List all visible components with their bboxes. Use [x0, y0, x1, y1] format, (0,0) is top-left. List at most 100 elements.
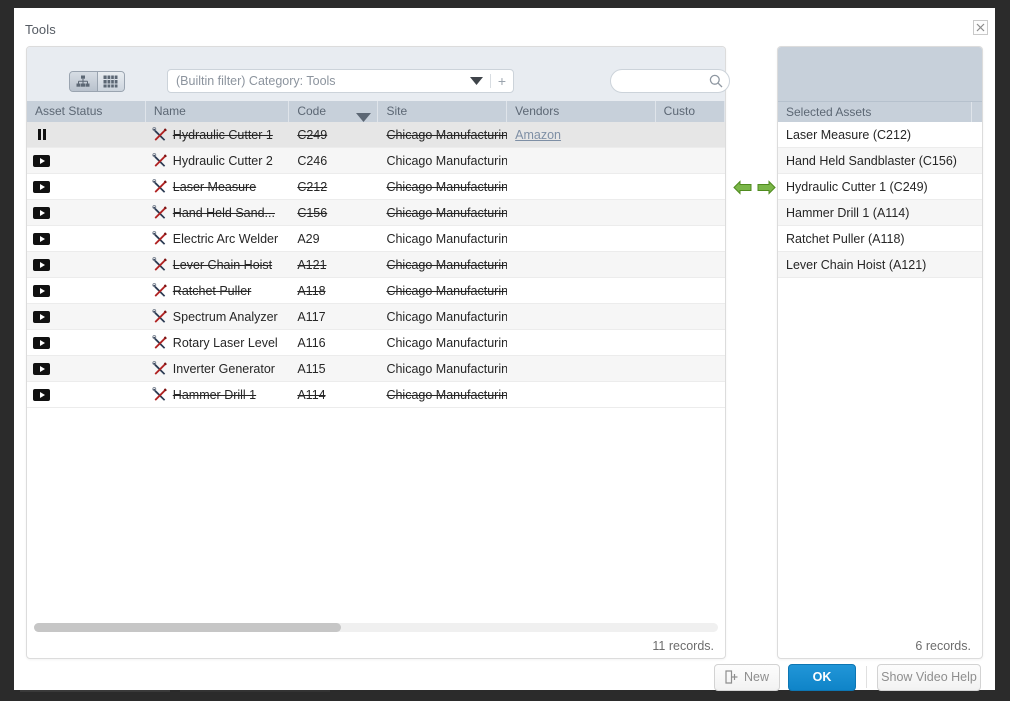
table-row[interactable]: Rotary Laser Level A116 Chicago Manufactur…: [27, 330, 725, 356]
dialog-title: Tools: [25, 22, 56, 37]
column-header-site[interactable]: Site: [378, 101, 508, 122]
grid-toolbar: (Builtin filter) Category: Tools +: [27, 47, 730, 101]
view-mode-toggle[interactable]: [69, 71, 125, 92]
tools-icon: [152, 387, 167, 401]
table-row[interactable]: Hydraulic Cutter 1 C249 Chicago Manufactur…: [27, 122, 725, 148]
asset-name-label: Lever Chain Hoist: [172, 257, 273, 272]
status-running-icon: [33, 180, 50, 193]
table-row[interactable]: Spectrum Analyzer A117 Chicago Manufacturi…: [27, 304, 725, 330]
list-item[interactable]: Hydraulic Cutter 1 (C249): [778, 174, 982, 200]
cell-vendors: [507, 252, 656, 277]
asset-name-label: Laser Measure: [172, 179, 257, 194]
table-row[interactable]: Hydraulic Cutter 2 C246 Chicago Manufactur…: [27, 148, 725, 174]
grid-header-row: Asset Status Name Code Site Vendors Cust…: [27, 101, 725, 122]
dialog-footer: New OK Show Video Help: [714, 663, 989, 691]
ok-button[interactable]: OK: [788, 663, 856, 691]
column-header-label: Site: [386, 104, 408, 118]
column-header-vendors[interactable]: Vendors: [507, 101, 656, 122]
filter-caret-button[interactable]: [462, 77, 490, 85]
cell-name: Rotary Laser Level: [146, 330, 290, 355]
cell-site: Chicago Manufacturing Ce...: [386, 283, 508, 298]
list-item[interactable]: Ratchet Puller (A118): [778, 226, 982, 252]
asset-name-label: Hydraulic Cutter 2: [172, 153, 273, 168]
list-item[interactable]: Hammer Drill 1 (A114): [778, 200, 982, 226]
screen: Tools (Builtin filter) Category: Tools +…: [0, 0, 1010, 701]
asset-name-label: Spectrum Analyzer: [172, 309, 278, 324]
cell-asset-status: [27, 252, 146, 277]
table-row[interactable]: Lever Chain Hoist A121 Chicago Manufacturi…: [27, 252, 725, 278]
cell-site: Chicago Manufacturing Ce...: [386, 205, 508, 220]
list-item[interactable]: Laser Measure (C212): [778, 122, 982, 148]
new-button[interactable]: New: [714, 663, 780, 691]
column-header-code[interactable]: Code: [289, 101, 379, 122]
horizontal-scrollbar-track[interactable]: [34, 623, 718, 632]
arrow-right-icon: [757, 180, 776, 195]
add-filter-button[interactable]: +: [491, 74, 513, 88]
cell-vendors: [507, 382, 656, 407]
tools-icon: [152, 257, 167, 271]
cell-customer: [656, 226, 725, 251]
list-item[interactable]: Hand Held Sandblaster (C156): [778, 148, 982, 174]
table-row[interactable]: Hand Held Sand... C156 Chicago Manufacturi…: [27, 200, 725, 226]
table-row[interactable]: Inverter Generator A115 Chicago Manufactur…: [27, 356, 725, 382]
cell-name: Laser Measure: [146, 174, 290, 199]
cell-code: A29: [297, 231, 320, 246]
cell-asset-status: [27, 122, 146, 147]
asset-name-label: Rotary Laser Level: [172, 335, 278, 350]
search-box[interactable]: [610, 69, 730, 93]
cell-customer: [656, 356, 725, 381]
cell-code: A121: [297, 257, 327, 272]
backdrop-left: [0, 0, 14, 701]
cell-customer: [656, 252, 725, 277]
cell-vendors: [507, 148, 656, 173]
table-row[interactable]: Ratchet Puller A118 Chicago Manufacturing …: [27, 278, 725, 304]
column-header-name[interactable]: Name: [146, 101, 290, 122]
table-row[interactable]: Hammer Drill 1 A114 Chicago Manufacturing …: [27, 382, 725, 408]
cell-site: Chicago Manufacturing Ce...: [386, 231, 508, 246]
tools-icon: [152, 231, 167, 245]
vendor-link[interactable]: Amazon: [515, 128, 561, 142]
close-icon: [976, 23, 985, 32]
cell-customer: [656, 148, 725, 173]
sort-descending-caret-icon: [356, 108, 372, 122]
status-paused-icon: [33, 129, 50, 141]
help-button-label: Show Video Help: [881, 670, 977, 684]
cell-vendors: [507, 330, 656, 355]
search-button[interactable]: [703, 74, 729, 88]
footer-divider: [866, 666, 867, 688]
search-input[interactable]: [611, 73, 703, 89]
list-item[interactable]: Lever Chain Hoist (A121): [778, 252, 982, 278]
cell-site: Chicago Manufacturing Ce...: [386, 153, 508, 168]
cell-customer: [656, 304, 725, 329]
status-running-icon: [33, 206, 50, 219]
view-mode-tree-button[interactable]: [70, 72, 97, 91]
column-header-asset-status[interactable]: Asset Status: [27, 101, 146, 122]
move-left-button[interactable]: [733, 179, 752, 201]
selected-assets-panel: Selected Assets Laser Measure (C212) Hand…: [777, 46, 983, 659]
tools-icon: [152, 335, 167, 349]
table-row[interactable]: Electric Arc Welder A29 Chicago Manufactur…: [27, 226, 725, 252]
table-row[interactable]: Laser Measure C212 Chicago Manufacturing C…: [27, 174, 725, 200]
arrow-left-icon: [733, 180, 752, 195]
cell-code: A116: [297, 335, 326, 350]
tools-icon: [152, 361, 167, 375]
move-right-button[interactable]: [757, 179, 776, 201]
cell-code: A115: [297, 361, 326, 376]
search-icon: [709, 74, 723, 88]
status-running-icon: [33, 232, 50, 245]
tools-icon: [152, 179, 167, 193]
cell-site: Chicago Manufacturing Ce...: [386, 257, 508, 272]
horizontal-scrollbar-thumb[interactable]: [34, 623, 341, 632]
cell-code: C249: [297, 127, 328, 142]
tools-icon: [152, 127, 167, 141]
column-header-customer[interactable]: Custo: [656, 101, 725, 122]
filter-dropdown[interactable]: (Builtin filter) Category: Tools +: [167, 69, 514, 93]
cell-code: C246: [297, 153, 328, 168]
view-mode-grid-button[interactable]: [96, 72, 124, 91]
transfer-arrows: [733, 175, 781, 205]
close-button[interactable]: [973, 20, 988, 35]
show-video-help-button[interactable]: Show Video Help: [877, 663, 981, 691]
grid-icon: [103, 75, 118, 88]
column-header-selected-assets[interactable]: Selected Assets: [778, 102, 972, 123]
selected-records-count: 6 records.: [915, 639, 971, 653]
